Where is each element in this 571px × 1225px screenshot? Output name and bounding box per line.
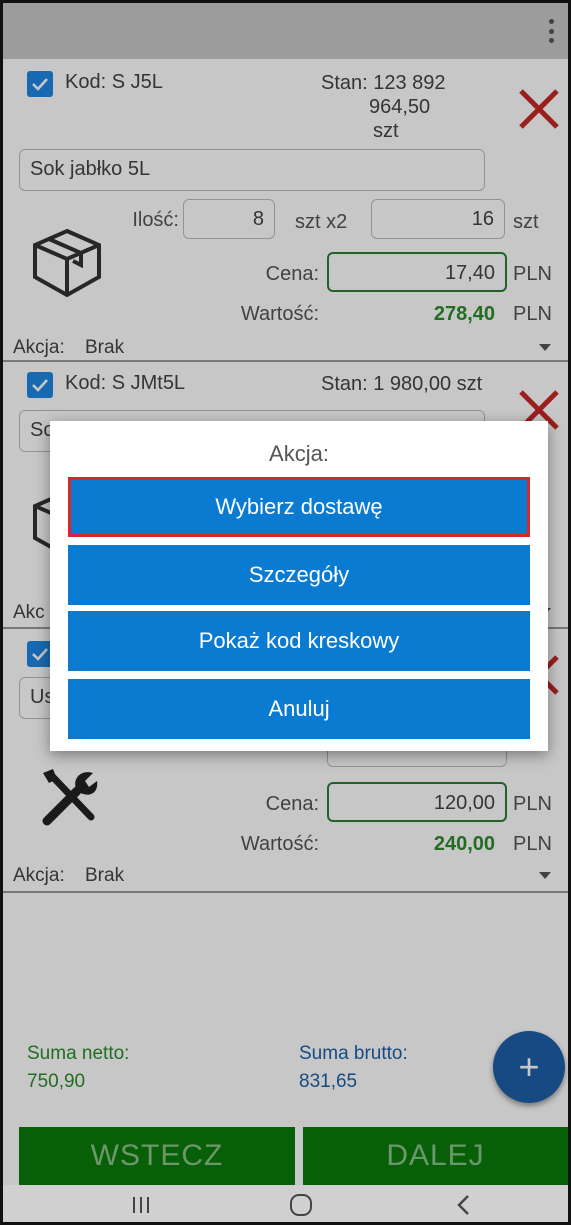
- screen: Kod: S J5L Stan: 123 892 964,50 szt Sok …: [0, 0, 571, 1225]
- details-button[interactable]: Szczegóły: [68, 545, 530, 605]
- cancel-button[interactable]: Anuluj: [68, 679, 530, 739]
- system-nav-bar: [3, 1185, 568, 1222]
- recent-apps-icon[interactable]: [121, 1185, 161, 1222]
- show-barcode-button[interactable]: Pokaż kod kreskowy: [68, 611, 530, 671]
- dialog-title: Akcja:: [269, 441, 329, 466]
- action-dialog: Akcja: Wybierz dostawę Szczegóły Pokaż k…: [50, 421, 548, 751]
- back-nav-icon[interactable]: [443, 1185, 483, 1222]
- home-icon[interactable]: [281, 1185, 321, 1222]
- select-delivery-button[interactable]: Wybierz dostawę: [68, 477, 530, 537]
